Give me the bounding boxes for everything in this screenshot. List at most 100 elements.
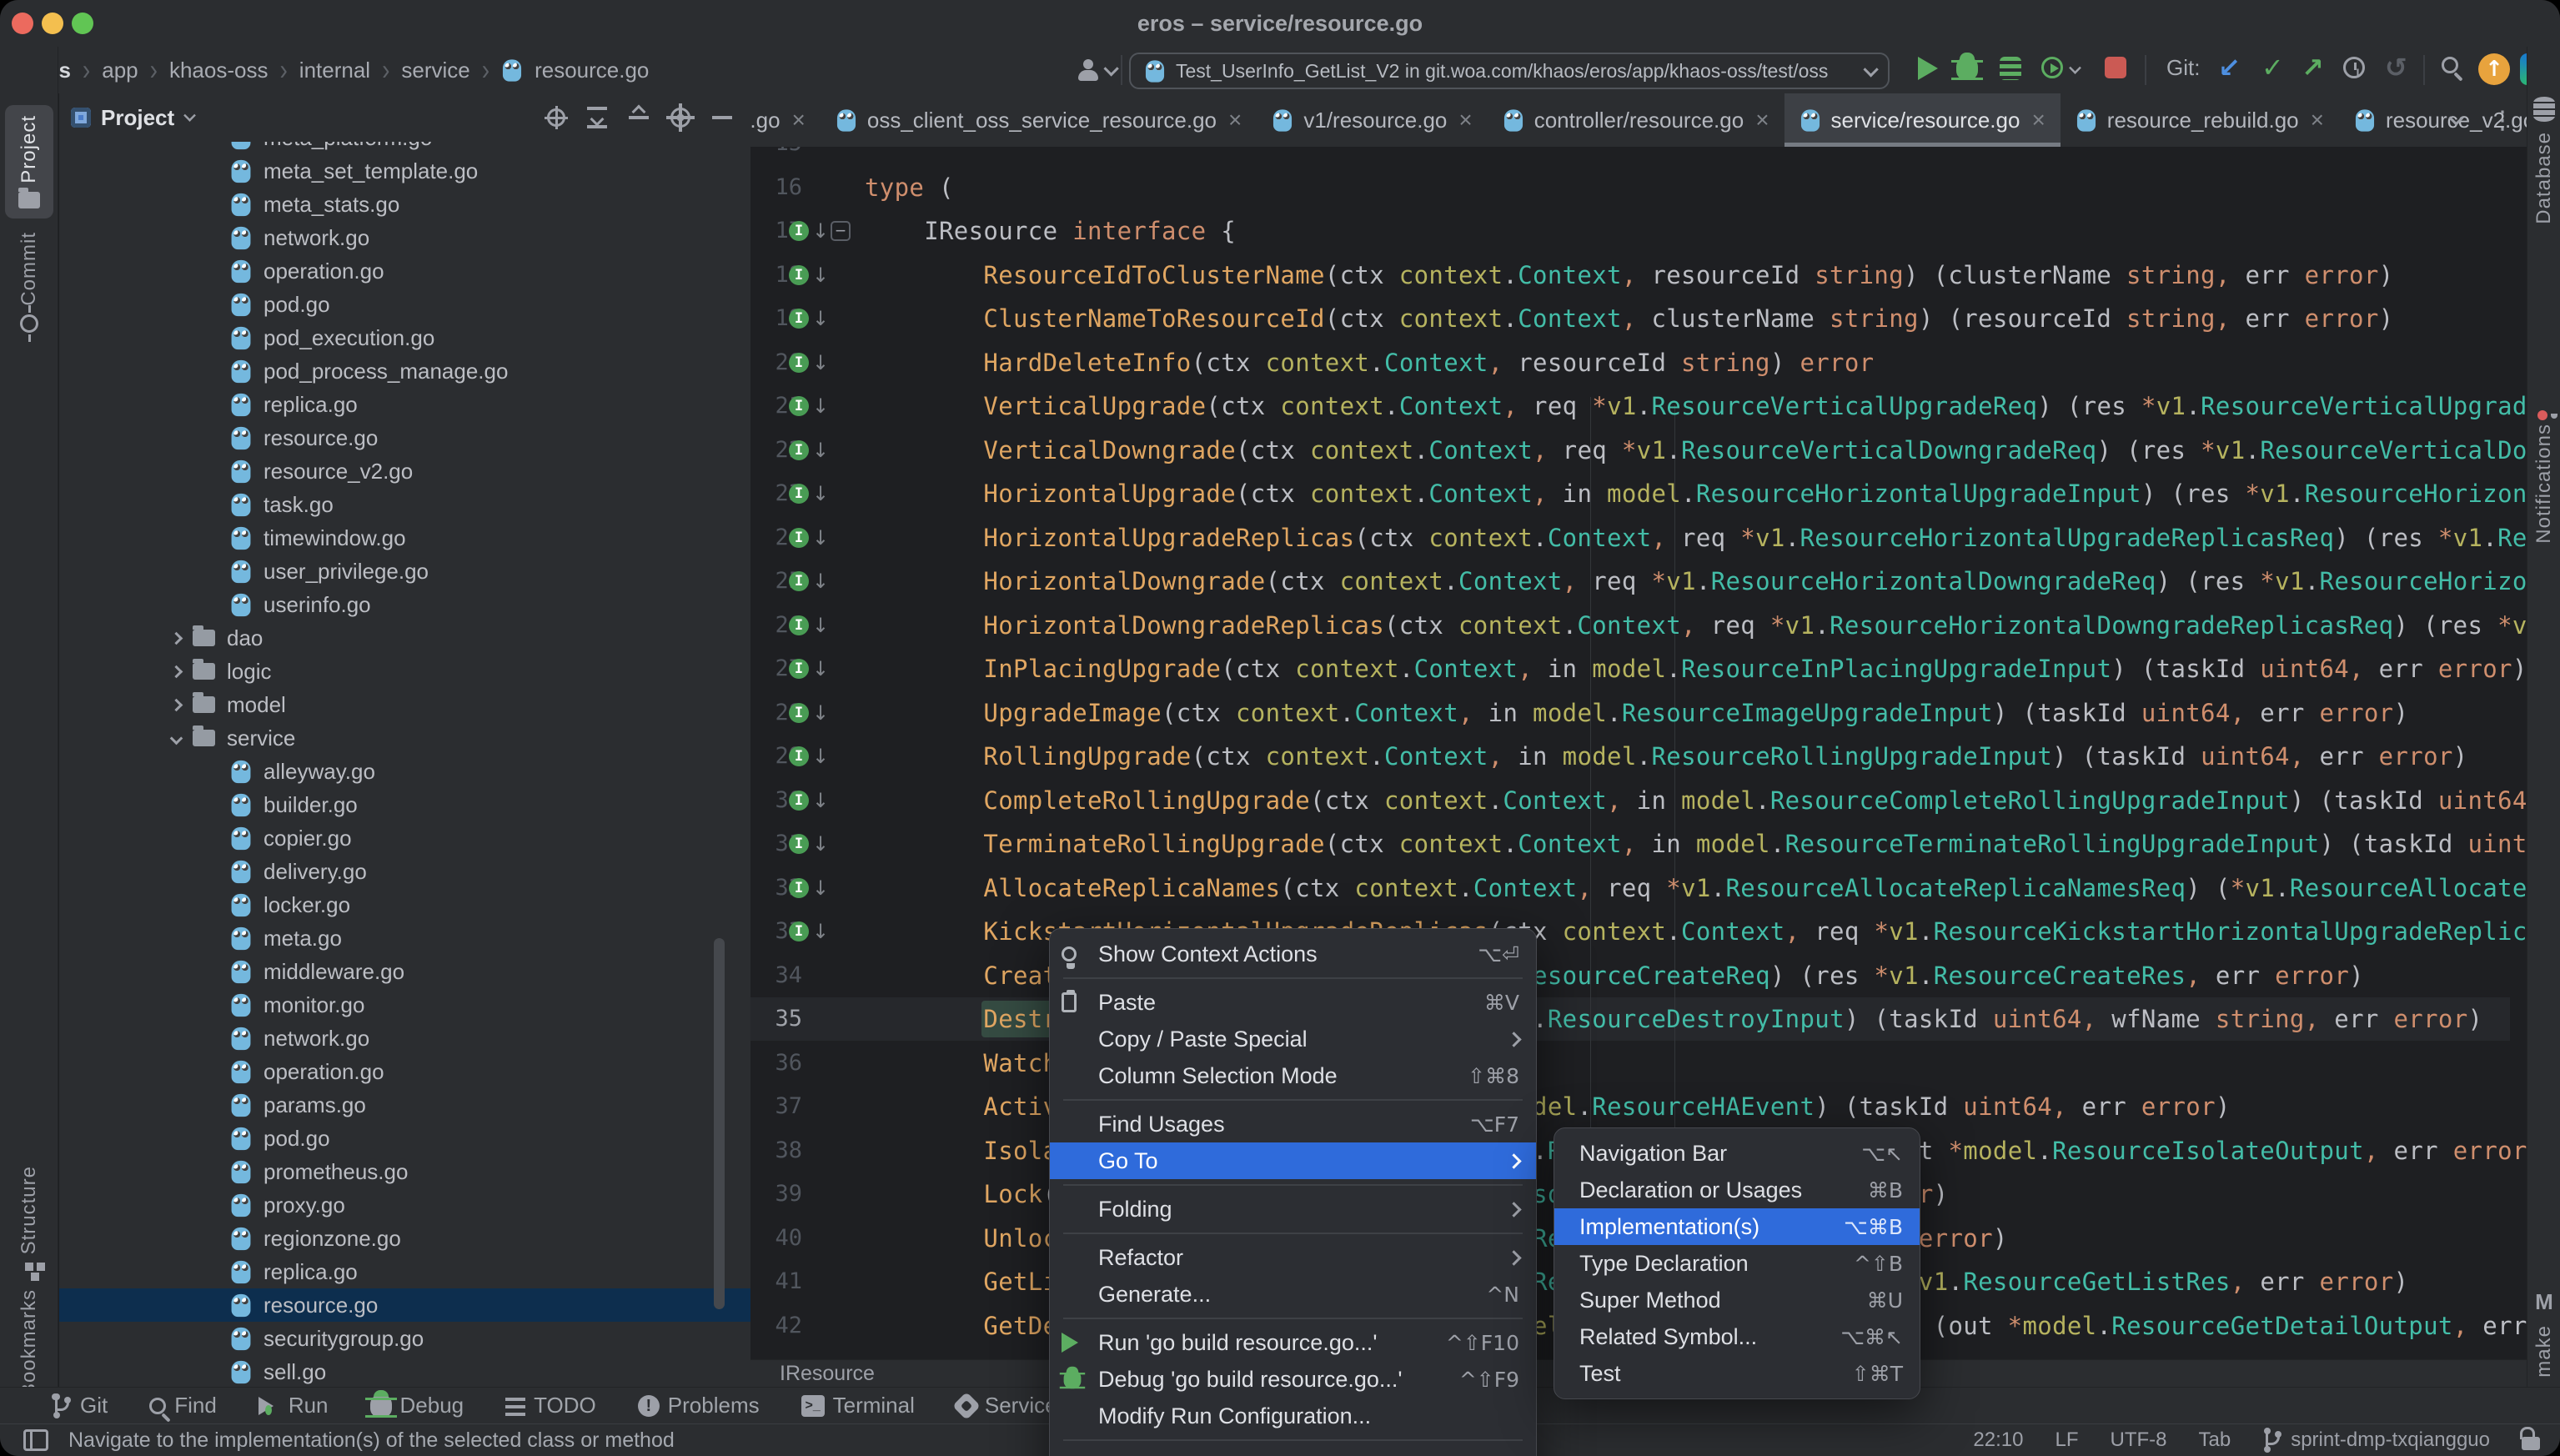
- tree-item-timewindow.go[interactable]: timewindow.go: [59, 521, 750, 555]
- hide-panel-button[interactable]: [712, 116, 732, 119]
- menu-item-go-to[interactable]: Go To: [1050, 1142, 1536, 1179]
- tree-item-params.go[interactable]: params.go: [59, 1088, 750, 1122]
- tab-service/resource.go[interactable]: service/resource.go×: [1784, 93, 2061, 147]
- implemented-gutter-icon[interactable]: I: [789, 440, 809, 460]
- toolwindow-button-run[interactable]: Run: [259, 1393, 329, 1418]
- tree-item-replica.go[interactable]: replica.go: [59, 1255, 750, 1288]
- collapse-all-button[interactable]: [629, 107, 649, 128]
- tree-item-pod_process_manage.go[interactable]: pod_process_manage.go: [59, 354, 750, 388]
- tree-item-resource.go[interactable]: resource.go: [59, 421, 750, 454]
- toolwindow-button-find[interactable]: Find: [149, 1393, 217, 1418]
- sidebar-item-structure[interactable]: Structure: [5, 1156, 53, 1291]
- implemented-gutter-icon[interactable]: I: [789, 265, 809, 285]
- chevron-right-icon[interactable]: [170, 698, 183, 711]
- tree-item-dao[interactable]: dao: [59, 621, 750, 655]
- close-icon[interactable]: ×: [1458, 107, 1472, 133]
- git-update-button[interactable]: ↙: [2218, 52, 2241, 83]
- chevron-right-icon[interactable]: [170, 665, 183, 678]
- menu-item-declaration-or-usages[interactable]: Declaration or Usages⌘B: [1554, 1172, 1920, 1208]
- git-branch-widget[interactable]: sprint-dmp-txqiangguo: [2262, 1428, 2490, 1453]
- expand-all-button[interactable]: [587, 107, 607, 128]
- menu-item-column-selection-mode[interactable]: Column Selection Mode⇧⌘8: [1050, 1057, 1536, 1094]
- menu-item-debug-go-build-resource-go-[interactable]: Debug 'go build resource.go...'^⇧F9: [1050, 1361, 1536, 1398]
- menu-item-copy-paste-special[interactable]: Copy / Paste Special: [1050, 1021, 1536, 1057]
- tab-options-kebab-icon[interactable]: ⋮: [2490, 106, 2515, 135]
- tree-item-meta_set_template.go[interactable]: meta_set_template.go: [59, 154, 750, 188]
- menu-item-find-usages[interactable]: Find Usages⌥F7: [1050, 1106, 1536, 1142]
- close-icon[interactable]: ×: [2031, 107, 2045, 133]
- sidebar-item-notifications[interactable]: Notifications: [2527, 414, 2560, 544]
- implemented-gutter-icon[interactable]: I: [789, 746, 809, 766]
- toolwindow-button-todo[interactable]: TODO: [505, 1393, 596, 1418]
- breadcrumb-item[interactable]: service: [401, 58, 469, 83]
- tree-item-middleware.go[interactable]: middleware.go: [59, 955, 750, 988]
- toolwindow-button-git[interactable]: Git: [52, 1393, 108, 1418]
- menu-item-show-context-actions[interactable]: Show Context Actions⌥⏎: [1050, 936, 1536, 972]
- implemented-gutter-icon[interactable]: I: [789, 484, 809, 504]
- fold-marker[interactable]: −: [831, 221, 851, 241]
- layout-icon[interactable]: [23, 1429, 48, 1451]
- tree-item-operation.go[interactable]: operation.go: [59, 1055, 750, 1088]
- tree-item-network.go[interactable]: network.go: [59, 1022, 750, 1055]
- tree-item-builder.go[interactable]: builder.go: [59, 788, 750, 821]
- sidebar-item-database[interactable]: Database: [2527, 97, 2560, 224]
- file-encoding[interactable]: UTF-8: [2111, 1428, 2167, 1452]
- implemented-gutter-icon[interactable]: I: [789, 921, 809, 941]
- close-icon[interactable]: ×: [1228, 107, 1242, 133]
- menu-item-type-declaration[interactable]: Type Declaration^⇧B: [1554, 1245, 1920, 1282]
- indent-style[interactable]: Tab: [2199, 1428, 2231, 1452]
- history-button[interactable]: [2343, 57, 2365, 78]
- search-everywhere-button[interactable]: [2442, 57, 2458, 73]
- tree-item-copier.go[interactable]: copier.go: [59, 821, 750, 855]
- tree-item-regionzone.go[interactable]: regionzone.go: [59, 1222, 750, 1255]
- toolwindow-button-problems[interactable]: !Problems: [638, 1393, 760, 1418]
- tree-scrollbar[interactable]: [714, 938, 725, 1309]
- implemented-gutter-icon[interactable]: I: [789, 309, 809, 329]
- implemented-gutter-icon[interactable]: I: [789, 528, 809, 548]
- menu-item-paste[interactable]: Paste⌘V: [1050, 984, 1536, 1021]
- profiler-button[interactable]: [2041, 57, 2081, 78]
- sidebar-item-project[interactable]: Project: [5, 105, 53, 218]
- menu-item-implementation-s-[interactable]: Implementation(s)⌥⌘B: [1554, 1208, 1920, 1245]
- tree-item-model[interactable]: model: [59, 688, 750, 721]
- implemented-gutter-icon[interactable]: I: [789, 703, 809, 723]
- tree-item-pod.go[interactable]: pod.go: [59, 288, 750, 321]
- tree-item-task.go[interactable]: task.go: [59, 488, 750, 521]
- menu-item-generate-[interactable]: Generate...^N: [1050, 1276, 1536, 1313]
- tree-item-resource_v2.go[interactable]: resource_v2.go: [59, 454, 750, 488]
- tree-item-pod.go[interactable]: pod.go: [59, 1122, 750, 1155]
- tree-item-meta_platform.go[interactable]: meta_platform.go: [59, 142, 750, 154]
- implemented-gutter-icon[interactable]: I: [789, 615, 809, 635]
- tree-item-delivery.go[interactable]: delivery.go: [59, 855, 750, 888]
- tree-item-monitor.go[interactable]: monitor.go: [59, 988, 750, 1022]
- implemented-gutter-icon[interactable]: I: [789, 791, 809, 811]
- stop-button[interactable]: [2105, 57, 2126, 78]
- menu-item-related-symbol-[interactable]: Related Symbol...⌥⌘↖: [1554, 1318, 1920, 1355]
- tree-item-userinfo.go[interactable]: userinfo.go: [59, 588, 750, 621]
- run-with-coverage-button[interactable]: [2000, 57, 2021, 80]
- tree-item-operation.go[interactable]: operation.go: [59, 254, 750, 288]
- tree-item-meta_stats.go[interactable]: meta_stats.go: [59, 188, 750, 221]
- hidden-tabs-chevron-icon[interactable]: [2448, 110, 2463, 125]
- breadcrumb-item[interactable]: internal: [299, 58, 370, 83]
- tree-item-logic[interactable]: logic: [59, 655, 750, 688]
- implemented-gutter-icon[interactable]: I: [789, 221, 809, 241]
- tab-oss_client_oss_service_resource.go[interactable]: oss_client_oss_service_resource.go×: [821, 93, 1257, 147]
- tab-controller/resource.go[interactable]: controller/resource.go×: [1488, 93, 1784, 147]
- chevron-down-icon[interactable]: [183, 109, 196, 122]
- chevron-right-icon[interactable]: [170, 631, 183, 645]
- tree-item-user_privilege.go[interactable]: user_privilege.go: [59, 555, 750, 588]
- gear-icon[interactable]: [670, 108, 690, 128]
- caret-position[interactable]: 22:10: [1973, 1428, 2023, 1452]
- tree-item-network.go[interactable]: network.go: [59, 221, 750, 254]
- tree-item-pod_execution.go[interactable]: pod_execution.go: [59, 321, 750, 354]
- breadcrumb-item[interactable]: khaos-oss: [169, 58, 269, 83]
- menu-item-navigation-bar[interactable]: Navigation Bar⌥↖: [1554, 1135, 1920, 1172]
- breadcrumb-file[interactable]: resource.go: [535, 58, 649, 83]
- debug-button[interactable]: [1956, 57, 1978, 80]
- tree-item-sell.go[interactable]: sell.go: [59, 1355, 750, 1387]
- tab-pod.go[interactable]: pod.go×: [750, 93, 821, 147]
- implemented-gutter-icon[interactable]: I: [789, 396, 809, 416]
- menu-item-refactor[interactable]: Refactor: [1050, 1239, 1536, 1276]
- run-button[interactable]: [1918, 57, 1938, 80]
